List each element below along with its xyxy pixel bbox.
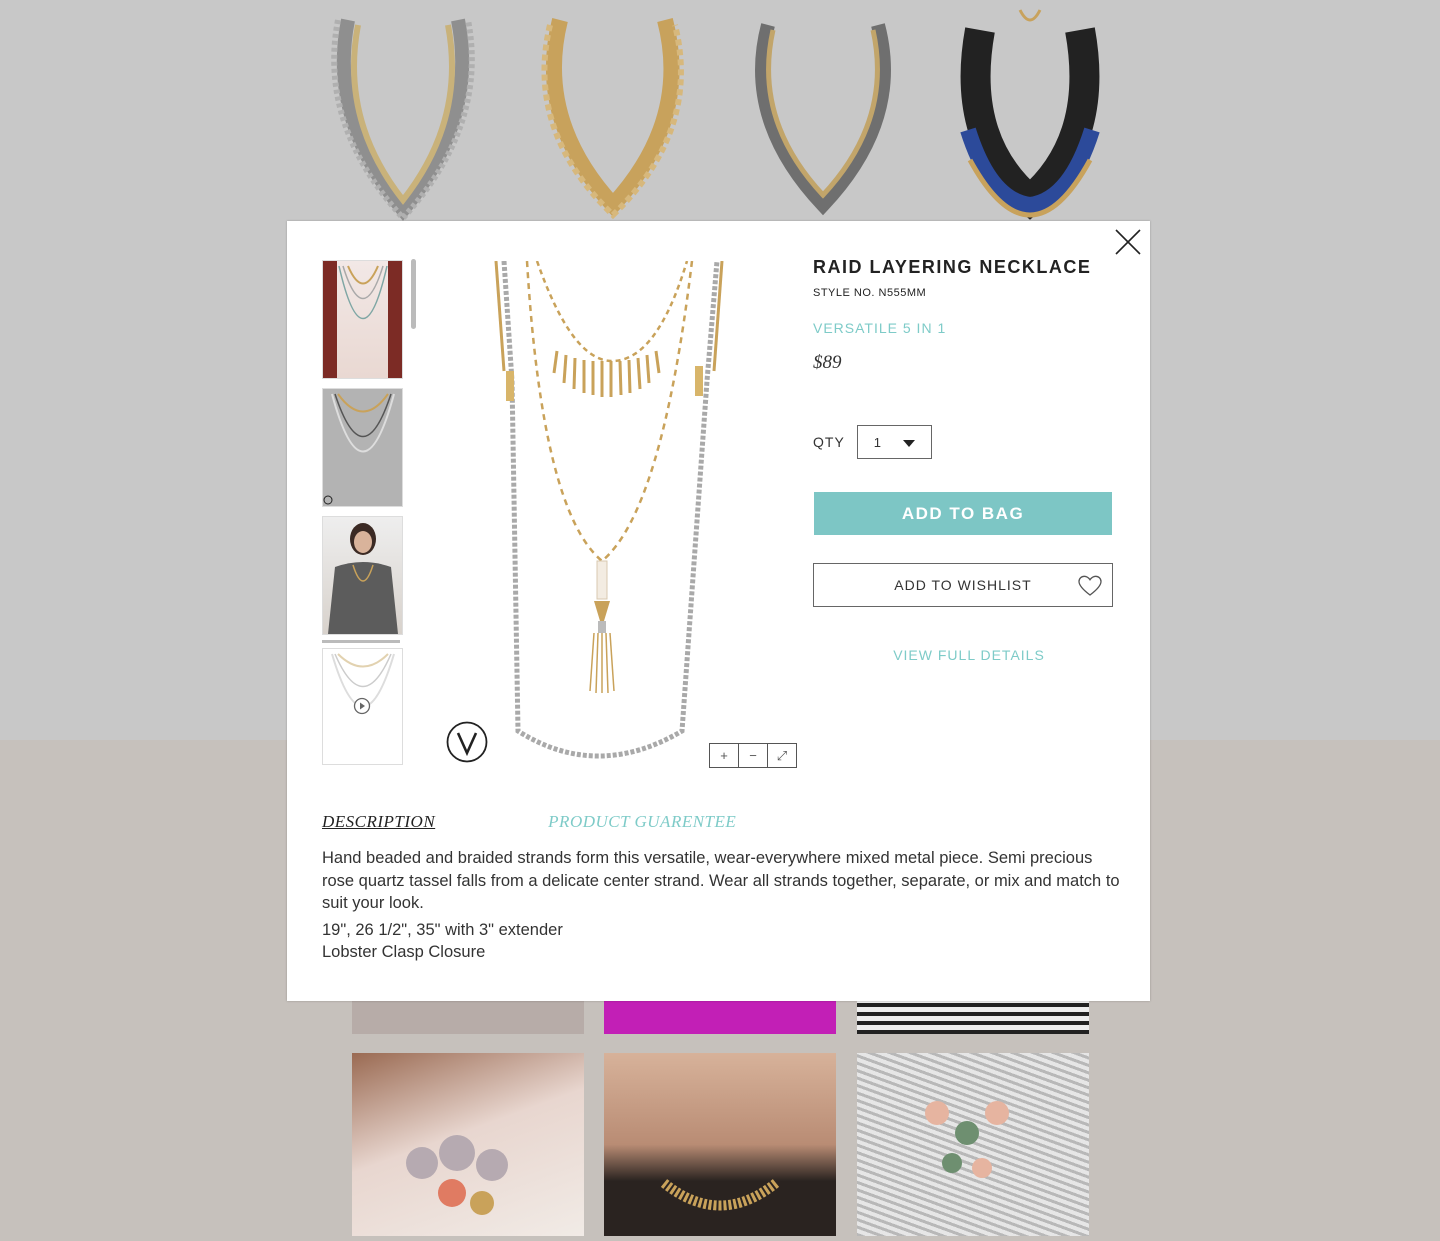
style-photo-tile[interactable] xyxy=(604,1000,836,1034)
thumbnail-product-grey[interactable] xyxy=(322,388,403,507)
necklace-photo-icon xyxy=(925,1101,1009,1178)
necklace-photo-icon xyxy=(323,393,395,505)
quantity-select[interactable]: 1 xyxy=(856,425,932,459)
info-tabs: DESCRIPTION PRODUCT GUARENTEE xyxy=(322,812,736,832)
image-zoom-controls: + − ⤢ xyxy=(709,743,797,768)
zoom-out-button[interactable]: − xyxy=(739,744,768,767)
model-photo-icon xyxy=(328,523,398,634)
necklace-thumbnail-3[interactable] xyxy=(733,0,913,222)
thumbnail-scrollbar[interactable] xyxy=(411,259,416,329)
necklace-thumbnail-2[interactable] xyxy=(525,0,705,222)
description-text: Hand beaded and braided strands form thi… xyxy=(322,849,1120,912)
quantity-value: 1 xyxy=(873,435,882,450)
tab-product-guarantee[interactable]: PRODUCT GUARENTEE xyxy=(548,812,736,832)
description-lengths: 19", 26 1/2", 35" with 3" extender xyxy=(322,920,563,939)
style-photo-tile[interactable] xyxy=(857,1000,1089,1034)
necklace-thumbnail-1[interactable] xyxy=(318,0,498,222)
product-description: Hand beaded and braided strands form thi… xyxy=(322,847,1122,964)
product-tagline: VERSATILE 5 IN 1 xyxy=(813,320,947,336)
necklace-thumbnail-4[interactable] xyxy=(940,0,1120,222)
necklace-photo-icon xyxy=(406,1135,508,1215)
wishlist-label: ADD TO WISHLIST xyxy=(894,577,1032,593)
main-product-image[interactable] xyxy=(482,261,742,761)
style-number: STYLE NO. N555MM xyxy=(813,287,927,299)
heart-icon xyxy=(1078,575,1102,596)
thumbnail-model-smiling[interactable] xyxy=(322,516,403,635)
product-info-panel: RAID LAYERING NECKLACE STYLE NO. N555MM … xyxy=(813,257,1113,663)
style-photo-tile[interactable] xyxy=(857,1053,1089,1236)
tab-description[interactable]: DESCRIPTION xyxy=(322,812,435,832)
style-photo-tile[interactable] xyxy=(352,1000,584,1034)
necklace-photo-icon xyxy=(660,1179,780,1211)
add-to-wishlist-button[interactable]: ADD TO WISHLIST xyxy=(813,563,1113,607)
style-photo-tile[interactable] xyxy=(352,1053,584,1236)
description-closure: Lobster Clasp Closure xyxy=(322,943,486,961)
brand-logo-icon xyxy=(446,721,488,763)
thumbnail-model-front[interactable] xyxy=(322,260,403,379)
view-full-details-link[interactable]: VIEW FULL DETAILS xyxy=(813,647,1125,663)
qty-label: QTY xyxy=(813,434,845,450)
add-to-bag-button[interactable]: ADD TO BAG xyxy=(814,492,1112,535)
style-photo-tile[interactable] xyxy=(604,1053,836,1236)
product-title: RAID LAYERING NECKLACE xyxy=(813,257,1092,277)
thumbnail-video[interactable] xyxy=(322,648,403,765)
caret-down-icon xyxy=(902,440,915,447)
quantity-row: QTY 1 xyxy=(813,425,932,459)
close-icon[interactable] xyxy=(1113,227,1143,257)
product-price: $89 xyxy=(813,352,842,373)
play-icon[interactable] xyxy=(353,697,371,715)
model-photo-icon xyxy=(323,261,402,378)
quick-view-modal: + − ⤢ RAID LAYERING NECKLACE STYLE NO. N… xyxy=(287,221,1150,1001)
thumbnail-divider xyxy=(322,640,400,643)
image-thumbnail-list xyxy=(322,260,403,765)
fullscreen-button[interactable]: ⤢ xyxy=(768,744,796,767)
zoom-in-button[interactable]: + xyxy=(710,744,739,767)
